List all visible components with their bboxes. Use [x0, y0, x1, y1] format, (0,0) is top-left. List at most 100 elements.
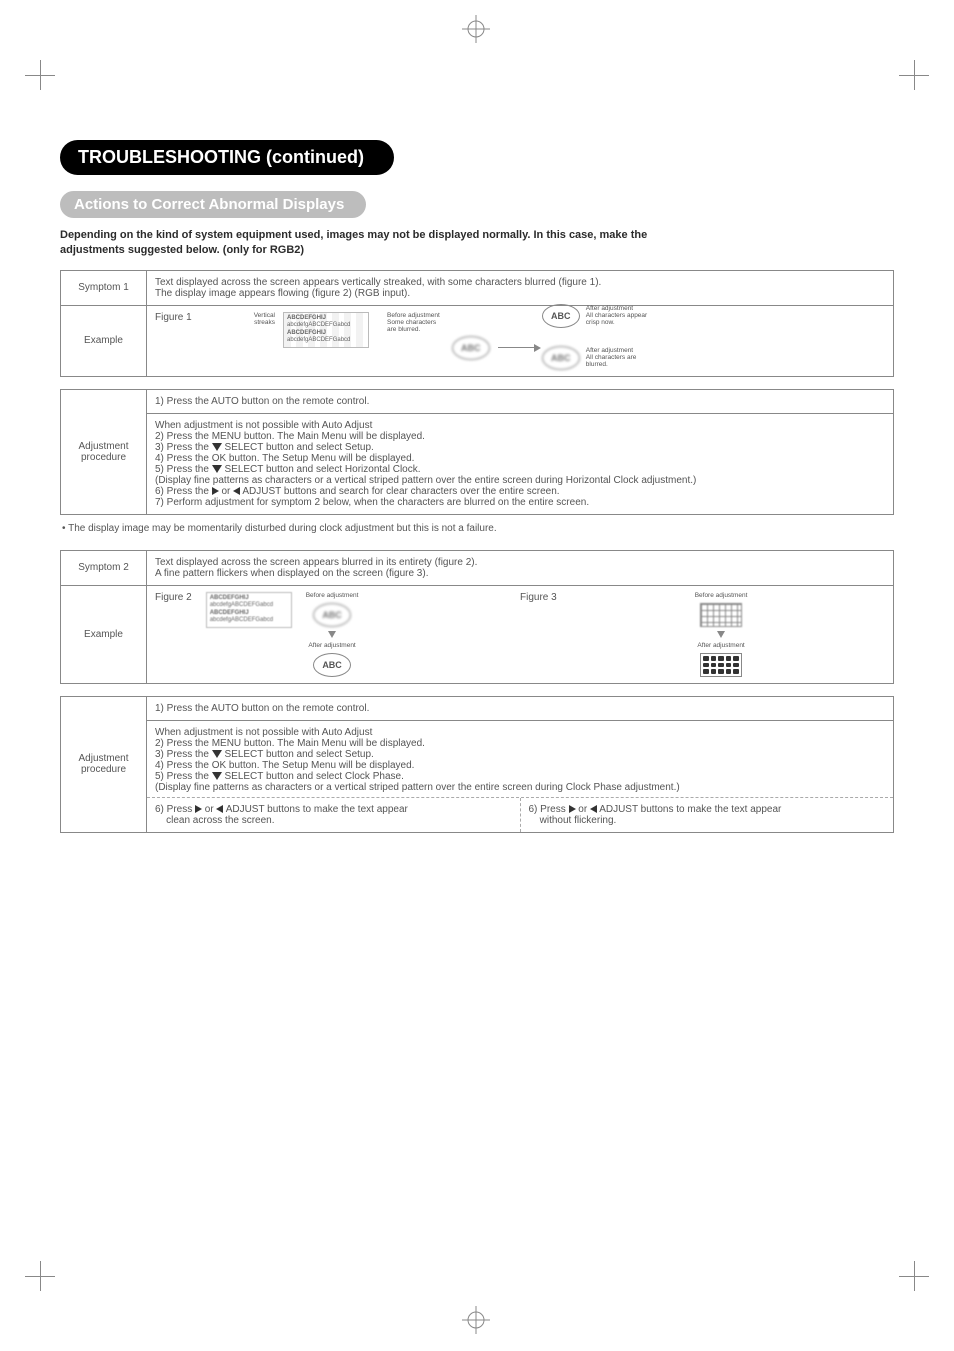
- down-triangle-icon: [212, 772, 222, 780]
- text-span: ADJUST buttons to make the text appear: [597, 804, 781, 815]
- text-span: SELECT button and select Setup.: [222, 749, 374, 760]
- magnifier-icon: ABC: [452, 336, 490, 360]
- text-span: or: [202, 804, 216, 815]
- text-span: 6) Press: [529, 804, 569, 815]
- figure-label: Figure 3: [520, 592, 557, 603]
- step-auto: 1) Press the AUTO button on the remote c…: [147, 389, 894, 413]
- text-line: procedure: [69, 764, 138, 775]
- text-line: All characters appear crisp now.: [586, 312, 647, 326]
- sample-line: ABCDEFGHIJ: [287, 330, 365, 338]
- figure-label: Figure 2: [155, 592, 192, 603]
- text-span: or: [576, 804, 590, 815]
- sample-text-box: ABCDEFGHIJ abcdefgABCDEFGabcd ABCDEFGHIJ…: [283, 312, 369, 348]
- text-line: 2) Press the MENU button. The Main Menu …: [155, 431, 885, 442]
- intro-text: Depending on the kind of system equipmen…: [60, 228, 894, 258]
- magnifier-icon: ABC: [313, 653, 351, 677]
- lens-text: ABC: [551, 353, 571, 363]
- vertical-streaks-label: Vertical streaks: [254, 312, 275, 326]
- sample-line: ABCDEFGHIJ: [287, 315, 365, 323]
- page: TROUBLESHOOTING (continued) Actions to C…: [0, 0, 954, 1351]
- symptom2-label: Symptom 2: [61, 550, 147, 585]
- lens-text: ABC: [551, 311, 571, 321]
- text-line: When adjustment is not possible with Aut…: [155, 420, 885, 431]
- after-adjust-bad: After adjustment All characters are blur…: [586, 347, 637, 368]
- crop-mark: [899, 1261, 929, 1291]
- arrow-line: [498, 347, 534, 348]
- text-line: 4) Press the OK button. The Setup Menu w…: [155, 760, 885, 771]
- text-line: After adjustment: [586, 347, 633, 354]
- before-after-column: Before adjustment After adjustment: [695, 592, 748, 677]
- before-label: Before adjustment: [695, 592, 748, 599]
- text-line: 3) Press the SELECT button and select Se…: [155, 749, 885, 760]
- text-span: clean across the screen.: [166, 815, 274, 826]
- symptom2-description: Text displayed across the screen appears…: [147, 550, 894, 585]
- crop-mark: [25, 1261, 55, 1291]
- arrow-down-icon: [717, 631, 725, 638]
- manual-steps: When adjustment is not possible with Aut…: [147, 720, 894, 832]
- down-triangle-icon: [212, 750, 222, 758]
- text-line: After adjustment: [586, 305, 633, 312]
- text-span: SELECT button and select Horizontal Cloc…: [222, 464, 421, 475]
- text-span: ADJUST buttons and search for clear char…: [240, 486, 559, 497]
- text-line: A fine pattern flickers when displayed o…: [155, 568, 885, 579]
- text-span: 6) Press: [155, 804, 195, 815]
- text-line: Text displayed across the screen appears…: [155, 277, 885, 288]
- symptom1-description: Text displayed across the screen appears…: [147, 270, 894, 305]
- text-span: SELECT button and select Clock Phase.: [222, 771, 404, 782]
- before-adjustment-label: Before adjustment Some characters are bl…: [387, 312, 440, 333]
- text-line: Before adjustment: [387, 312, 440, 319]
- crop-mark: [899, 1261, 929, 1291]
- symptom1-example: Figure 1 Vertical streaks ABCDEFGHIJ abc…: [147, 305, 894, 376]
- arrow-right-icon: [534, 344, 541, 352]
- pattern-dots-icon: [700, 653, 742, 677]
- down-triangle-icon: [212, 443, 222, 451]
- registration-mark-icon: [462, 1306, 492, 1336]
- text-line: Adjustment: [69, 441, 138, 452]
- step6-right: 6) Press or ADJUST buttons to make the t…: [521, 798, 894, 832]
- text-span: or: [219, 486, 233, 497]
- text-line: All characters are blurred.: [586, 354, 637, 368]
- text-span: 3) Press the: [155, 442, 212, 453]
- text-line: (Display fine patterns as characters or …: [155, 475, 885, 486]
- lens-text: ABC: [322, 660, 342, 670]
- intro-line: Depending on the kind of system equipmen…: [60, 229, 647, 241]
- text-span: ADJUST buttons to make the text appear: [223, 804, 407, 815]
- symptom1-table: Symptom 1 Text displayed across the scre…: [60, 270, 894, 515]
- text-line: 7) Perform adjustment for symptom 2 belo…: [155, 497, 885, 508]
- text-span: 5) Press the: [155, 464, 212, 475]
- left-triangle-icon: [590, 805, 597, 813]
- down-triangle-icon: [212, 465, 222, 473]
- right-triangle-icon: [212, 487, 219, 495]
- sample-line: abcdefgABCDEFGabcd: [287, 322, 365, 330]
- text-line: procedure: [69, 452, 138, 463]
- footnote: • The display image may be momentarily d…: [62, 523, 894, 534]
- text-line: 4) Press the OK button. The Setup Menu w…: [155, 453, 885, 464]
- after-label: After adjustment: [697, 642, 744, 649]
- sample-line: abcdefgABCDEFGabcd: [210, 602, 288, 610]
- text-span: without flickering.: [540, 815, 617, 826]
- right-triangle-icon: [195, 805, 202, 813]
- magnifier-icon: ABC: [313, 603, 351, 627]
- crop-mark: [25, 60, 55, 90]
- symptom1-label: Symptom 1: [61, 270, 147, 305]
- text-span: 3) Press the: [155, 749, 212, 760]
- text-line: (Display fine patterns as characters or …: [155, 782, 885, 793]
- text-line: Text displayed across the screen appears…: [155, 557, 885, 568]
- step-auto: 1) Press the AUTO button on the remote c…: [147, 696, 894, 720]
- crop-mark: [899, 60, 929, 90]
- sample-line: ABCDEFGHIJ: [210, 610, 288, 618]
- symptom2-example: Figure 2 ABCDEFGHIJ abcdefgABCDEFGabcd A…: [147, 585, 894, 683]
- crop-mark: [899, 60, 929, 90]
- text-span: 6) Press the: [155, 486, 212, 497]
- magnifier-icon: ABC: [542, 304, 580, 328]
- before-after-column: Before adjustment ABC After adjustment A…: [306, 592, 359, 677]
- figure-label: Figure 1: [155, 312, 192, 323]
- text-line: When adjustment is not possible with Aut…: [155, 727, 885, 738]
- pattern-grid-icon: [700, 603, 742, 627]
- subsection-title: Actions to Correct Abnormal Displays: [60, 191, 366, 218]
- text-line: The display image appears flowing (figur…: [155, 288, 885, 299]
- after-label: After adjustment: [308, 642, 355, 649]
- sample-line: abcdefgABCDEFGabcd: [210, 617, 288, 625]
- sample-line: abcdefgABCDEFGabcd: [287, 337, 365, 345]
- text-line: 5) Press the SELECT button and select Ho…: [155, 464, 885, 475]
